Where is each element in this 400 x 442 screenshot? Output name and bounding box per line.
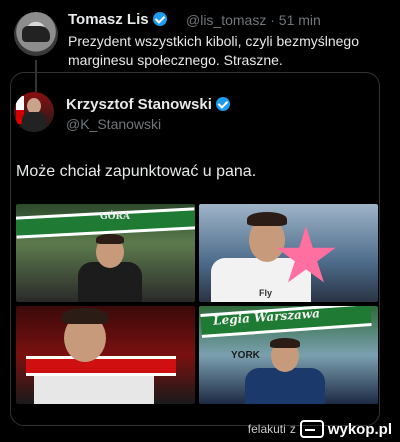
handle-text[interactable]: @lis_tomasz <box>186 12 266 28</box>
wykop-logo-icon <box>299 420 324 438</box>
author-name-text[interactable]: Tomasz Lis <box>68 11 149 28</box>
author-name[interactable]: Tomasz Lis <box>68 11 167 28</box>
quoted-tweet-card[interactable] <box>10 72 380 426</box>
verified-badge-icon <box>152 12 167 26</box>
wykop-brand: wykop.pl <box>327 420 392 438</box>
author-handle[interactable]: @lis_tomasz · 51 min <box>186 12 321 28</box>
uploader-name: felakuti <box>247 422 286 436</box>
avatar-tomasz-lis[interactable] <box>14 12 58 56</box>
connector-text: z <box>289 422 296 436</box>
wykop-watermark: felakuti z wykop.pl <box>248 420 392 438</box>
tweet-time[interactable]: · 51 min <box>270 12 321 28</box>
tweet-text: Prezydent wszystkich kiboli, czyli bezmy… <box>68 33 359 68</box>
